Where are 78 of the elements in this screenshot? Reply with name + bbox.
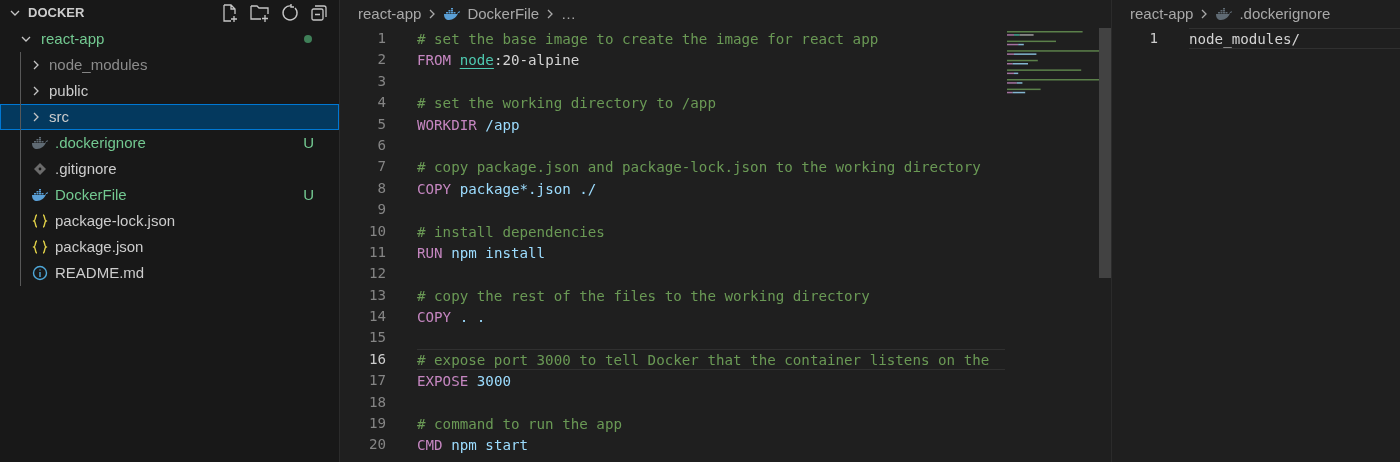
line-number: 5 xyxy=(376,114,386,134)
file-name: DockerFile xyxy=(55,184,127,205)
braces-icon xyxy=(32,239,48,255)
breadcrumb-item[interactable]: react-app xyxy=(1130,2,1194,26)
breadcrumb-item[interactable]: DockerFile xyxy=(467,2,540,26)
code-line: COPY . . xyxy=(417,309,486,326)
whale-icon xyxy=(31,136,49,150)
file-name: src xyxy=(49,106,69,127)
code-line: EXPOSE 3000 xyxy=(417,373,511,390)
line-number: 7 xyxy=(376,157,386,177)
code-line: # set the working directory to /app xyxy=(417,95,716,112)
git-status-letter: U xyxy=(303,132,314,153)
file-name: .dockerignore xyxy=(55,132,146,153)
whale-icon xyxy=(443,7,462,21)
whale-icon xyxy=(31,188,49,202)
file-name: public xyxy=(49,80,89,101)
file-name: node_modules xyxy=(49,54,148,75)
section-title: DOCKER xyxy=(28,4,85,23)
code-line: # copy the rest of the files to the working directory xyxy=(417,287,870,304)
breadcrumb-item[interactable]: .dockerignore xyxy=(1239,2,1331,26)
refresh-icon[interactable] xyxy=(280,3,300,23)
code-line: CMD npm start xyxy=(417,437,529,454)
tree-item[interactable]: .dockerignore U xyxy=(0,130,339,156)
code-line: # copy package.json and package-lock.json to the working directory xyxy=(417,159,981,176)
file-name: package.json xyxy=(55,236,144,257)
minimap-drawing[interactable] xyxy=(1007,31,1099,94)
line-number: 1 xyxy=(376,29,386,48)
code-line: # expose port 3000 to tell Docker that the container listens on the xyxy=(417,351,990,368)
code-line: COPY package*.json ./ xyxy=(417,180,597,197)
braces-icon xyxy=(32,213,48,229)
line-number: 11 xyxy=(367,242,386,262)
line-number: 4 xyxy=(376,93,386,113)
file-name: package-lock.json xyxy=(55,210,176,231)
tree-item[interactable]: README.md xyxy=(0,260,339,286)
info-icon xyxy=(32,265,48,281)
line-number: 9 xyxy=(376,200,386,220)
line-number: 18 xyxy=(367,392,386,412)
tree-item[interactable]: package-lock.json xyxy=(0,208,339,234)
line-number: 15 xyxy=(367,328,386,348)
code-line: node_modules/ xyxy=(1189,31,1301,47)
new-folder-icon[interactable] xyxy=(249,3,271,23)
new-file-icon[interactable] xyxy=(220,3,240,23)
tree-item[interactable]: node_modules xyxy=(0,52,339,78)
tree-item[interactable]: react-app xyxy=(0,26,339,52)
line-number: 2 xyxy=(376,50,386,70)
diamond-icon xyxy=(33,162,47,176)
git-status-letter: U xyxy=(303,184,314,205)
code-line: # command to run the app xyxy=(417,416,622,433)
line-number: 13 xyxy=(367,285,386,305)
scrollbar-thumb[interactable] xyxy=(1099,28,1111,278)
code-line: RUN npm install xyxy=(417,244,546,261)
breadcrumb-item[interactable]: react-app xyxy=(358,2,422,26)
line-number: 10 xyxy=(367,221,386,241)
tree-item[interactable]: .gitignore xyxy=(0,156,339,182)
line-number: 12 xyxy=(367,264,386,284)
line-number: 20 xyxy=(367,435,386,455)
line-number: 17 xyxy=(367,371,386,391)
file-name: README.md xyxy=(55,262,145,283)
tree-item[interactable]: src xyxy=(0,104,339,130)
line-number: 8 xyxy=(376,178,386,198)
code-line: WORKDIR /app xyxy=(417,116,520,133)
line-number: 3 xyxy=(376,71,386,91)
line-number: 1 xyxy=(1148,29,1158,48)
line-number: 16 xyxy=(367,349,386,369)
code-line: # set the base image to create the image for react app xyxy=(417,31,879,47)
tree-item[interactable]: public xyxy=(0,78,339,104)
whale-icon xyxy=(1215,7,1234,21)
file-name: react-app xyxy=(41,28,105,49)
file-name: .gitignore xyxy=(55,158,117,179)
code-line: FROM node:20-alpine xyxy=(417,52,580,69)
line-number: 19 xyxy=(367,414,386,434)
breadcrumb-item[interactable]: … xyxy=(561,2,577,26)
line-number: 6 xyxy=(376,135,386,155)
line-number: 14 xyxy=(367,307,386,327)
tree-item[interactable]: package.json xyxy=(0,234,339,260)
tree-item[interactable]: DockerFile U xyxy=(0,182,339,208)
collapse-all-icon[interactable] xyxy=(309,3,329,23)
code-line: # install dependencies xyxy=(417,223,605,240)
